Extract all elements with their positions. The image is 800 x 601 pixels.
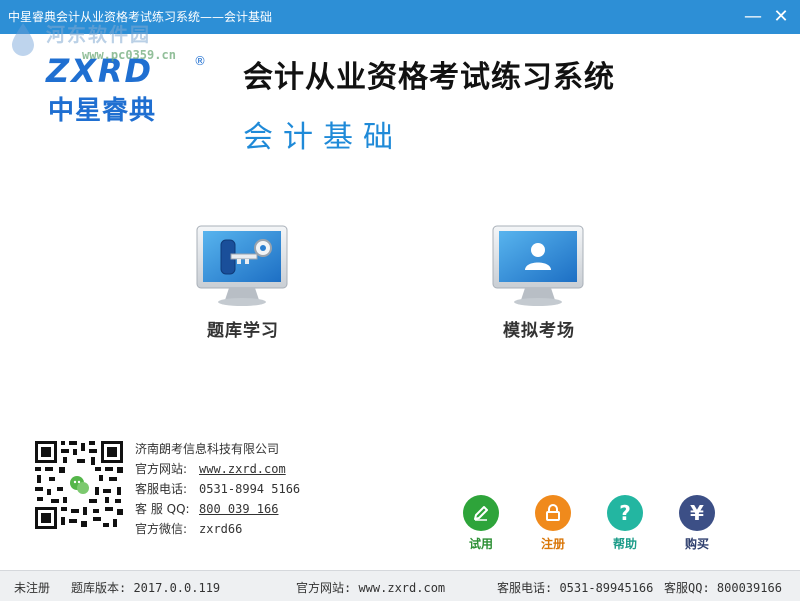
registered-mark: ® (194, 54, 206, 68)
status-website: 官方网站: www.zxrd.com (296, 581, 446, 595)
buy-label: 购买 (684, 537, 709, 551)
phone-value: 0531-8994 5166 (199, 482, 301, 496)
buy-button[interactable]: ¥ 购买 (672, 495, 722, 552)
register-button[interactable]: 注册 (528, 495, 578, 552)
wechat-value: zxrd66 (199, 522, 243, 536)
mock-exam-button[interactable]: 模拟考场 (474, 222, 604, 341)
trial-label: 试用 (468, 537, 493, 551)
status-qq: 客服QQ: 800039166 (664, 581, 782, 595)
wechat-qr-code (33, 439, 125, 531)
contact-info: 济南朗考信息科技有限公司 官方网站: www.zxrd.com 客服电话: 0531… (135, 439, 300, 539)
status-phone: 客服电话: 0531-89945166 (497, 581, 654, 595)
register-label: 注册 (540, 537, 565, 551)
website-label: 官方网站: (135, 462, 188, 476)
brand-logo: ZXRD ® 中星睿典 (46, 52, 211, 126)
help-label: 帮助 (612, 537, 637, 551)
question-icon: ? (607, 495, 643, 531)
title-bar: 中星睿典会计从业资格考试练习系统——会计基础 — ✕ (0, 0, 800, 34)
logo-chinese: 中星睿典 (48, 96, 157, 126)
pencil-icon (463, 495, 499, 531)
website-link[interactable]: www.zxrd.com (199, 459, 286, 479)
status-bar: 未注册 题库版本: 2017.0.0.119 官方网站: www.zxrd.co… (0, 570, 800, 601)
close-button[interactable]: ✕ (770, 6, 792, 28)
lock-icon (535, 495, 571, 531)
question-bank-study-label: 题库学习 (207, 321, 279, 341)
help-button[interactable]: ? 帮助 (600, 495, 650, 552)
registration-status: 未注册 (14, 581, 51, 595)
monitor-user-icon (492, 225, 584, 306)
wechat-label: 官方微信: (135, 522, 188, 536)
window-title: 中星睿典会计从业资格考试练习系统——会计基础 (8, 10, 273, 24)
phone-label: 客服电话: (135, 482, 188, 496)
monitor-key-icon (196, 225, 288, 306)
question-bank-study-button[interactable]: 题库学习 (178, 222, 308, 341)
app-subtitle: 会计基础 (243, 120, 403, 155)
yen-icon: ¥ (679, 495, 715, 531)
app-title: 会计从业资格考试练习系统 (243, 60, 615, 95)
qq-link[interactable]: 800 039 166 (199, 499, 278, 519)
trial-button[interactable]: 试用 (456, 495, 506, 552)
logo-english: ZXRD (46, 52, 154, 90)
company-name: 济南朗考信息科技有限公司 (135, 442, 280, 456)
question-bank-version: 题库版本: 2017.0.0.119 (71, 581, 221, 595)
minimize-button[interactable]: — (742, 6, 764, 28)
qq-label: 客 服 QQ: (135, 502, 190, 516)
mock-exam-label: 模拟考场 (503, 321, 575, 341)
